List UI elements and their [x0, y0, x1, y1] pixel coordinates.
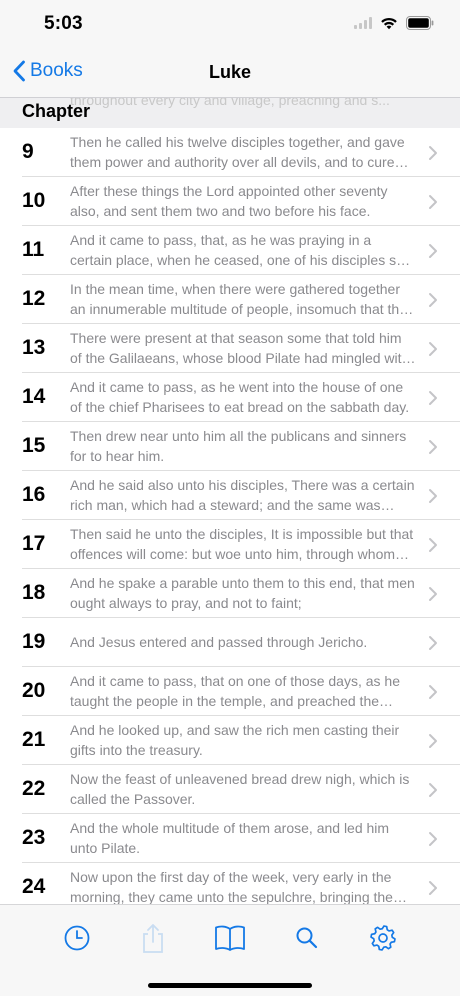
chapter-summary: And the whole multitude of them arose, a… [70, 820, 390, 856]
clock-icon [64, 925, 90, 951]
chevron-right-icon [429, 685, 437, 699]
chevron-right-icon [429, 538, 437, 552]
section-header: throughout every city and village, preac… [0, 98, 460, 128]
chapter-number: 18 [22, 581, 46, 604]
chapter-row[interactable]: 14 And it came to pass, as he went into t… [0, 373, 460, 422]
chevron-right-icon [429, 587, 437, 601]
chapter-number: 11 [22, 238, 45, 261]
chapter-number: 13 [22, 336, 46, 359]
chapter-number: 21 [22, 728, 46, 751]
chapter-summary: In the mean time, when there were gather… [70, 281, 414, 317]
chevron-right-icon [429, 440, 437, 454]
chevron-right-icon [429, 244, 437, 258]
chapter-number: 14 [22, 385, 46, 408]
status-time: 5:03 [44, 13, 83, 34]
cellular-signal-icon [354, 17, 372, 29]
section-header-label: Chapter [22, 101, 91, 121]
chapter-summary: And it came to pass, that on one of thos… [70, 673, 400, 709]
chapter-number: 16 [22, 483, 46, 506]
chevron-right-icon [429, 293, 437, 307]
chevron-right-icon [429, 881, 437, 895]
chevron-right-icon [429, 832, 437, 846]
chapter-summary: And he spake a parable unto them to this… [70, 575, 415, 611]
gear-icon [370, 925, 396, 951]
chevron-right-icon [429, 391, 437, 405]
chapter-row[interactable]: 10 After these things the Lord appointed … [0, 177, 460, 226]
chapter-summary: There were present at that season some t… [70, 330, 410, 366]
chapter-row[interactable]: 23 And the whole multitude of them arose,… [0, 814, 460, 863]
chapter-row[interactable]: 18 And he spake a parable unto them to th… [0, 569, 460, 618]
chevron-right-icon [429, 734, 437, 748]
chapter-summary: After these things the Lord appointed ot… [70, 183, 388, 219]
chapter-row[interactable]: 20 And it came to pass, that on one of th… [0, 667, 460, 716]
chapter-summary: And it came to pass, as he went into the… [70, 379, 410, 415]
battery-icon [406, 16, 434, 30]
search-icon [296, 927, 318, 949]
chapter-summary: And he said also unto his disciples, The… [70, 477, 415, 513]
chapter-number: 24 [22, 875, 46, 898]
chapter-row[interactable]: 24 Now upon the first day of the week, ve… [0, 863, 460, 904]
tab-bar [0, 904, 460, 996]
chevron-right-icon [429, 195, 437, 209]
chapter-summary: Now the feast of unleavened bread drew n… [70, 771, 410, 807]
chapter-summary: Then he called his twelve disciples toge… [70, 134, 405, 170]
chapter-number: 19 [22, 630, 46, 653]
chapter-list[interactable]: throughout every city and village, preac… [0, 98, 460, 904]
chapter-row[interactable]: 19 And Jesus entered and passed through J… [0, 618, 460, 667]
chapter-row[interactable]: 9 Then he called his twelve disciples tog… [0, 128, 460, 177]
chapter-row[interactable]: 16 And he said also unto his disciples, T… [0, 471, 460, 520]
chapter-row[interactable]: 21 And he looked up, and saw the rich men… [0, 716, 460, 765]
chapter-summary: And it came to pass, that, as he was pra… [70, 232, 415, 268]
navigation-bar: Books Luke [0, 50, 460, 98]
chapter-summary: Now upon the first day of the week, very… [70, 869, 393, 904]
chapter-row[interactable]: 12 In the mean time, when there were gath… [0, 275, 460, 324]
tab-share[interactable] [136, 921, 170, 955]
chevron-right-icon [429, 636, 437, 650]
chapter-number: 22 [22, 777, 46, 800]
chapter-number: 23 [22, 826, 46, 849]
wifi-icon [380, 16, 398, 30]
tab-books[interactable] [213, 921, 247, 955]
chapter-row[interactable]: 17 Then said he unto the disciples, It is… [0, 520, 460, 569]
chapter-number: 12 [22, 287, 46, 310]
chapter-summary: Then drew near unto him all the publican… [70, 428, 407, 464]
chevron-right-icon [429, 783, 437, 797]
chapter-number: 9 [22, 140, 34, 163]
chapter-summary: And Jesus entered and passed through Jer… [70, 634, 368, 650]
chapter-rows: 9 Then he called his twelve disciples tog… [0, 128, 460, 904]
page-title: Luke [208, 62, 251, 82]
chapter-row[interactable]: 11 And it came to pass, that, as he was p… [0, 226, 460, 275]
chapter-summary: And he looked up, and saw the rich men c… [70, 722, 400, 758]
book-icon [215, 925, 245, 951]
tab-settings[interactable] [366, 921, 400, 955]
chevron-right-icon [429, 146, 437, 160]
chapter-row[interactable]: 13 There were present at that season some… [0, 324, 460, 373]
chapter-number: 17 [22, 532, 46, 555]
chevron-right-icon [429, 489, 437, 503]
chapter-number: 20 [22, 679, 46, 702]
status-bar: 5:03 [0, 0, 460, 50]
tab-search[interactable] [290, 921, 324, 955]
chapter-number: 15 [22, 434, 46, 457]
status-icons [354, 16, 434, 30]
chapter-summary: Then said he unto the disciples, It is i… [70, 526, 414, 562]
tab-history[interactable] [60, 921, 94, 955]
chapter-row[interactable]: 15 Then drew near unto him all the public… [0, 422, 460, 471]
chapter-number: 10 [22, 189, 46, 212]
chapter-row[interactable]: 22 Now the feast of unleavened bread drew… [0, 765, 460, 814]
share-icon [143, 924, 163, 953]
home-indicator [148, 983, 312, 988]
scrolled-row-text: throughout every city and village, preac… [70, 98, 390, 108]
chevron-right-icon [429, 342, 437, 356]
